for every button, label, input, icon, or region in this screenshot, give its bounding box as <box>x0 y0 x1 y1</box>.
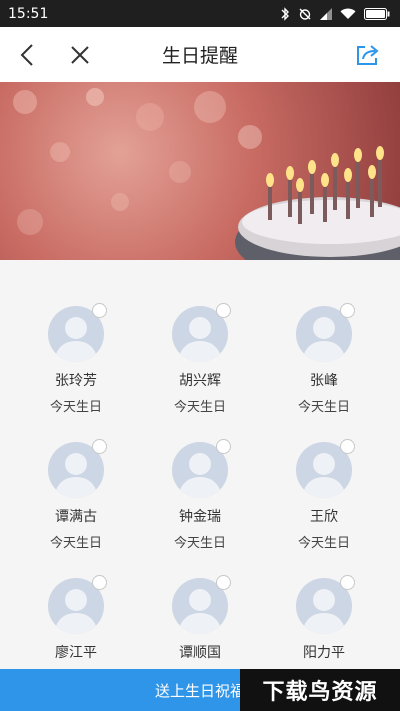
birthday-cake-banner <box>0 82 400 260</box>
avatar-container <box>172 439 231 498</box>
back-button[interactable] <box>5 27 49 82</box>
select-checkbox[interactable] <box>216 439 231 454</box>
person-name: 张玲芳 <box>55 373 97 389</box>
avatar-container <box>296 575 355 634</box>
select-checkbox[interactable] <box>340 575 355 590</box>
select-checkbox[interactable] <box>340 303 355 318</box>
birthday-status: 今天生日 <box>173 400 226 415</box>
bluetooth-icon <box>280 6 290 21</box>
avatar-container <box>296 303 355 362</box>
close-icon <box>71 45 89 64</box>
battery-icon <box>364 7 390 20</box>
watermark-text: 下载鸟资源 <box>262 680 378 705</box>
person-name: 谭满古 <box>55 509 97 525</box>
status-icons <box>280 6 390 21</box>
avatar-container <box>48 303 107 362</box>
person-item[interactable]: 钟金瑞 今天生日 <box>138 428 262 551</box>
avatar-container <box>172 303 231 362</box>
status-bar: 15:51 <box>0 0 400 27</box>
person-item[interactable]: 谭满古 今天生日 <box>14 428 138 551</box>
page-title: 生日提醒 <box>161 45 238 67</box>
signal-icon <box>320 7 332 20</box>
person-name: 钟金瑞 <box>179 509 221 525</box>
select-checkbox[interactable] <box>92 439 107 454</box>
avatar-container <box>172 575 231 634</box>
select-checkbox[interactable] <box>92 303 107 318</box>
watermark-logo: 下载鸟资源 <box>240 669 400 711</box>
share-button[interactable] <box>346 27 390 82</box>
person-item[interactable]: 张峰 今天生日 <box>262 292 386 415</box>
close-button[interactable] <box>58 27 102 82</box>
person-name: 廖江平 <box>55 645 97 661</box>
person-name: 张峰 <box>310 373 338 389</box>
person-item[interactable]: 王欣 今天生日 <box>262 428 386 551</box>
person-name: 谭顺国 <box>179 645 221 661</box>
birthday-status: 今天生日 <box>297 536 350 551</box>
top-nav-bar: 生日提醒 <box>0 27 400 83</box>
select-checkbox[interactable] <box>216 303 231 318</box>
wifi-icon <box>340 8 356 20</box>
person-name: 胡兴辉 <box>179 373 221 389</box>
select-checkbox[interactable] <box>92 575 107 590</box>
birthday-status: 今天生日 <box>297 400 350 415</box>
person-name: 王欣 <box>310 509 338 525</box>
avatar-container <box>48 575 107 634</box>
status-time: 15:51 <box>8 5 49 22</box>
birthday-cake-image <box>13 88 400 260</box>
alarm-off-icon <box>298 7 312 21</box>
avatar-container <box>48 439 107 498</box>
person-item[interactable]: 胡兴辉 今天生日 <box>138 292 262 415</box>
birthday-status: 今天生日 <box>49 400 102 415</box>
birthday-list: 张玲芳 今天生日 胡兴辉 今天生日 张峰 今天生日 谭满古 今天生日 钟金瑞 今天生日 王欣 今天生日… <box>0 292 400 687</box>
person-name: 阳力平 <box>303 645 345 661</box>
birthday-status: 今天生日 <box>49 536 102 551</box>
send-wishes-label: 送上生日祝福 <box>154 681 245 700</box>
share-icon <box>357 44 379 65</box>
birthday-status: 今天生日 <box>173 536 226 551</box>
avatar-container <box>296 439 355 498</box>
chevron-left-icon <box>20 43 33 66</box>
select-checkbox[interactable] <box>216 575 231 590</box>
select-checkbox[interactable] <box>340 439 355 454</box>
person-item[interactable]: 张玲芳 今天生日 <box>14 292 138 415</box>
